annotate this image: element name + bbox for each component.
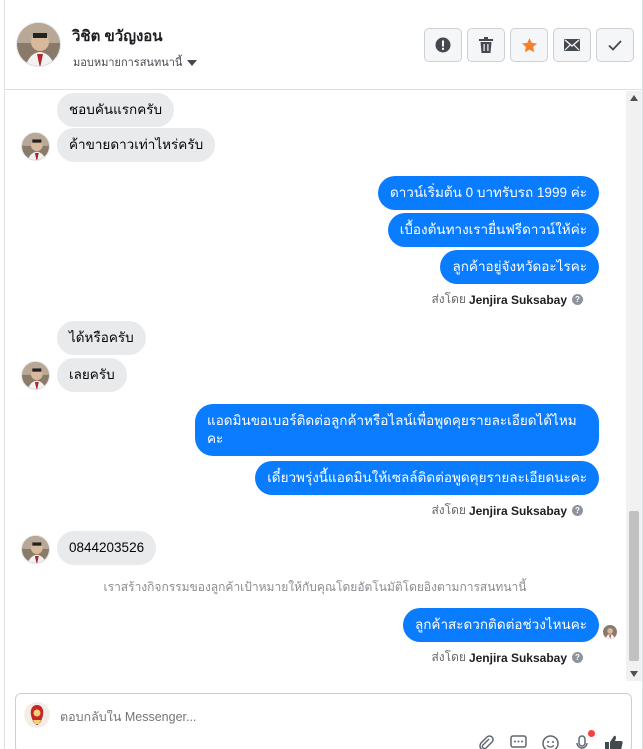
like-icon xyxy=(605,735,623,749)
seen-avatar xyxy=(603,625,617,639)
audio-icon xyxy=(576,734,588,749)
sent-by-label: ส่งโดย Jenjira Suksabay ? xyxy=(431,501,583,520)
star-button[interactable] xyxy=(510,28,548,62)
sent-by-agent[interactable]: Jenjira Suksabay xyxy=(469,651,567,665)
audio-button[interactable] xyxy=(573,730,595,749)
outgoing-message[interactable]: ลูกค้าอยู่จังหวัดอะไรคะ xyxy=(440,250,599,284)
mail-icon xyxy=(564,39,580,51)
reply-composer xyxy=(15,693,632,749)
help-icon[interactable]: ? xyxy=(572,652,583,663)
incoming-message[interactable]: ค้าขายดาวเท่าไหร่ครับ xyxy=(57,128,216,162)
thread-scrollbar[interactable] xyxy=(626,91,642,681)
outgoing-message[interactable]: ดาวน์เริ่มต้น 0 บาทรับรถ 1999 ค่ะ xyxy=(377,176,599,210)
notification-dot xyxy=(588,730,595,737)
reply-input[interactable] xyxy=(60,710,460,724)
message-thread[interactable]: ชอบคันแรกครับ ค้าขายดาวเท่าไหร่ครับ ดาวน… xyxy=(5,91,625,681)
delete-button[interactable] xyxy=(467,28,505,62)
sent-by-label: ส่งโดย Jenjira Suksabay ? xyxy=(431,648,583,667)
scroll-thumb[interactable] xyxy=(629,511,639,661)
outgoing-message[interactable]: เดี๋ยวพรุ่งนี้แอดมินให้เซลล์ติดต่อพูดคุย… xyxy=(255,461,599,495)
incoming-message[interactable]: 0844203526 xyxy=(57,531,157,565)
assign-label: มอบหมายการสนทนานี้ xyxy=(73,57,183,69)
scroll-down-arrow-icon[interactable] xyxy=(630,671,638,677)
conversation-panel: วิชิต ขวัญงอน มอบหมายการสนทนานี้ ชอบคันแ… xyxy=(4,0,643,749)
saved-replies-button[interactable] xyxy=(509,734,527,749)
conversation-header: วิชิต ขวัญงอน มอบหมายการสนทนานี้ xyxy=(5,0,642,90)
emoji-icon xyxy=(541,734,559,749)
composer-tools xyxy=(477,730,623,749)
outgoing-message[interactable]: เบื้องต้นทางเรายื่นฟรีดาวน์ให้ค่ะ xyxy=(387,213,599,247)
system-note: เราสร้างกิจกรรมของลูกค้าเป้าหมายให้กับคุ… xyxy=(103,580,527,594)
trash-icon xyxy=(479,37,493,53)
incoming-message[interactable]: เลยครับ xyxy=(57,358,127,392)
incoming-message[interactable]: ได้หรือครับ xyxy=(57,321,146,355)
sent-by-prefix: ส่งโดย xyxy=(431,292,466,306)
header-actions xyxy=(424,28,634,62)
mark-unread-button[interactable] xyxy=(553,28,591,62)
assign-conversation-dropdown[interactable]: มอบหมายการสนทนานี้ xyxy=(73,53,198,71)
scroll-up-arrow-icon[interactable] xyxy=(630,95,638,101)
saved-replies-icon xyxy=(509,735,527,748)
help-icon[interactable]: ? xyxy=(572,505,583,516)
sent-by-prefix: ส่งโดย xyxy=(431,650,466,664)
caret-down-icon xyxy=(187,59,198,66)
help-icon[interactable]: ? xyxy=(572,294,583,305)
page-avatar xyxy=(24,702,50,728)
report-icon xyxy=(435,37,451,53)
incoming-message[interactable]: ชอบคันแรกครับ xyxy=(57,93,175,127)
contact-avatar-small[interactable] xyxy=(21,361,50,390)
like-button[interactable] xyxy=(605,734,623,749)
sent-by-prefix: ส่งโดย xyxy=(431,503,466,517)
sent-by-label: ส่งโดย Jenjira Suksabay ? xyxy=(431,290,583,309)
sent-by-agent[interactable]: Jenjira Suksabay xyxy=(469,504,567,518)
sent-by-agent[interactable]: Jenjira Suksabay xyxy=(469,293,567,307)
attachment-icon xyxy=(479,735,494,749)
star-icon xyxy=(521,37,537,52)
outgoing-message[interactable]: แอดมินขอเบอร์ติดต่อลูกค้าหรือไลน์เพื่อพู… xyxy=(195,404,599,456)
check-icon xyxy=(608,39,622,51)
contact-avatar-small[interactable] xyxy=(21,535,50,564)
emoji-button[interactable] xyxy=(541,734,559,749)
mark-done-button[interactable] xyxy=(596,28,634,62)
contact-avatar[interactable] xyxy=(16,22,61,67)
report-button[interactable] xyxy=(424,28,462,62)
contact-avatar-small[interactable] xyxy=(21,132,50,161)
outgoing-message[interactable]: ลูกค้าสะดวกติดต่อช่วงไหนคะ xyxy=(402,608,599,642)
attach-button[interactable] xyxy=(477,734,495,749)
contact-name[interactable]: วิชิต ขวัญงอน xyxy=(72,24,163,48)
